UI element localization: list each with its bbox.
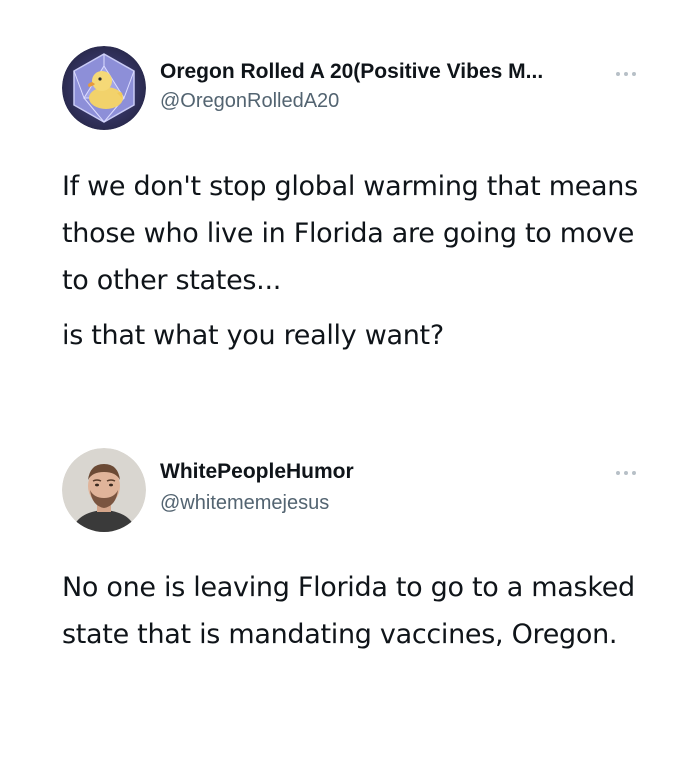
tweet-paragraph: is that what you really want? — [62, 320, 444, 351]
avatar[interactable] — [62, 46, 146, 130]
display-name[interactable]: Oregon Rolled A 20(Positive Vibes M... — [160, 60, 543, 84]
profile-photo-icon — [62, 448, 146, 532]
user-handle[interactable]: @whitememejesus — [160, 492, 329, 515]
user-handle[interactable]: @OregonRolledA20 — [160, 90, 339, 113]
more-options-icon[interactable] — [614, 468, 638, 478]
tweet-paragraph: If we don't stop global warming that mea… — [62, 171, 638, 296]
rubber-duck-d20-icon — [62, 46, 146, 130]
avatar[interactable] — [62, 448, 146, 532]
tweet-text: No one is leaving Florida to go to a mas… — [62, 564, 662, 658]
tweet-card: WhitePeopleHumor @whitememejesus No one … — [0, 400, 700, 762]
tweet-card: Oregon Rolled A 20(Positive Vibes M... @… — [0, 0, 700, 400]
tweet-text: If we don't stop global warming that mea… — [62, 163, 662, 359]
more-options-icon[interactable] — [614, 69, 638, 79]
tweet-paragraph: No one is leaving Florida to go to a mas… — [62, 572, 635, 650]
display-name[interactable]: WhitePeopleHumor — [160, 460, 354, 484]
